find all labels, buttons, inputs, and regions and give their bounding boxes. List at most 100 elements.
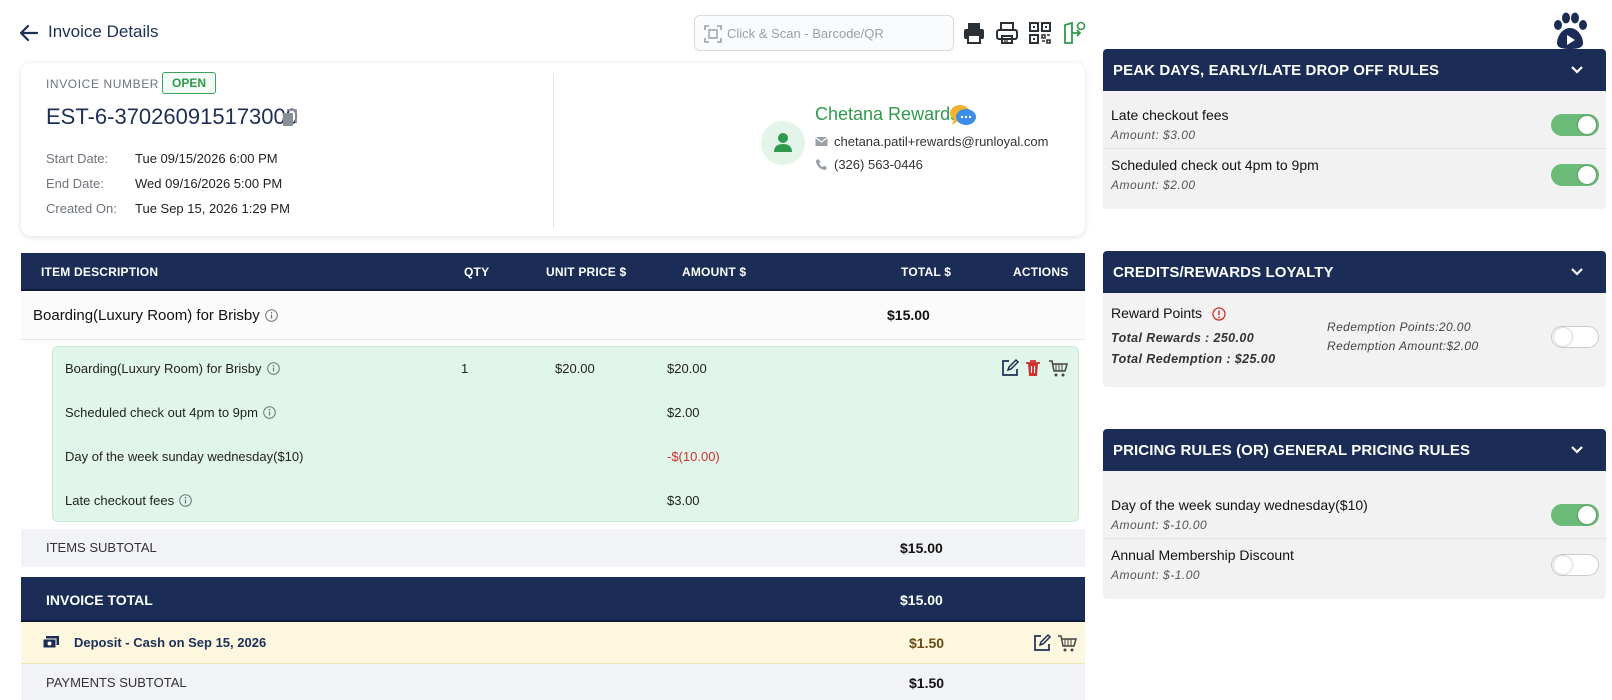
cart-icon[interactable]	[1048, 358, 1068, 378]
redemption-points: Redemption Points:20.00	[1327, 320, 1471, 334]
edit-icon[interactable]	[1000, 358, 1020, 378]
peak-days-panel-header[interactable]: PEAK DAYS, EARLY/LATE DROP OFF RULES	[1103, 49, 1606, 91]
chevron-down-icon[interactable]	[1570, 443, 1584, 457]
col-qty: QTY	[464, 265, 490, 279]
checkin-icon[interactable]	[1062, 21, 1086, 45]
rule-amount: Amount: $2.00	[1111, 178, 1196, 192]
loyalty-panel-header[interactable]: CREDITS/REWARDS LOYALTY	[1103, 251, 1606, 293]
rule-item: Day of the week sunday wednesday($10) Am…	[1103, 489, 1606, 539]
items-table-header: ITEM DESCRIPTION QTY UNIT PRICE $ AMOUNT…	[21, 253, 1085, 291]
total-redemption: Total Redemption : $25.00	[1111, 352, 1276, 366]
edit-icon[interactable]	[1032, 633, 1052, 653]
toggle-knob	[1578, 116, 1596, 134]
rule-toggle[interactable]	[1551, 164, 1599, 186]
avatar	[761, 121, 805, 165]
line-item-label: Late checkout fees	[65, 493, 175, 508]
deposit-label[interactable]: Deposit - Cash on Sep 15, 2026	[74, 635, 266, 650]
created-date-value: Tue Sep 15, 2026 1:29 PM	[135, 201, 290, 216]
customer-name[interactable]: Chetana Rewards	[815, 104, 959, 125]
table-row: Late checkout fees $3.00	[53, 479, 1078, 523]
back-arrow-icon[interactable]	[18, 22, 40, 44]
customer-email[interactable]: chetana.patil+rewards@runloyal.com	[834, 134, 1048, 149]
rule-item: Scheduled check out 4pm to 9pm Amount: $…	[1103, 149, 1606, 209]
payments-subtotal-label: PAYMENTS SUBTOTAL	[46, 675, 187, 690]
info-icon[interactable]	[179, 494, 192, 507]
line-item-label: Boarding(Luxury Room) for Brisby	[65, 361, 262, 376]
invoice-number: EST-6-370260915173000	[46, 104, 298, 129]
chat-icon[interactable]	[949, 103, 977, 129]
chevron-down-icon[interactable]	[1570, 63, 1584, 77]
rule-name: Annual Membership Discount	[1111, 547, 1294, 563]
line-item-amount: -$(10.00)	[667, 449, 720, 464]
redemption-amount: Redemption Amount:$2.00	[1327, 339, 1479, 353]
items-subtotal-row: ITEMS SUBTOTAL $15.00	[21, 529, 1085, 567]
info-icon[interactable]	[264, 309, 278, 322]
parent-item-label: Boarding(Luxury Room) for Brisby	[33, 307, 260, 324]
panel-title: PEAK DAYS, EARLY/LATE DROP OFF RULES	[1113, 62, 1440, 79]
alert-icon[interactable]	[1212, 307, 1226, 321]
qr-code-icon[interactable]	[1028, 21, 1052, 45]
panel-title: CREDITS/REWARDS LOYALTY	[1113, 264, 1334, 281]
chevron-down-icon[interactable]	[1570, 265, 1584, 279]
panel-title: PRICING RULES (OR) GENERAL PRICING RULES	[1113, 442, 1471, 459]
scan-input[interactable]	[727, 22, 947, 44]
info-icon[interactable]	[266, 362, 280, 375]
customer-email-row: chetana.patil+rewards@runloyal.com	[815, 134, 1048, 149]
phone-icon	[816, 159, 827, 170]
col-item-description: ITEM DESCRIPTION	[41, 265, 159, 279]
line-item-description: Scheduled check out 4pm to 9pm	[65, 405, 276, 420]
customer-phone[interactable]: (326) 563-0446	[834, 157, 923, 172]
end-date-label: End Date:	[46, 176, 104, 191]
cart-icon[interactable]	[1057, 633, 1077, 653]
line-item-unit-price: $20.00	[555, 361, 595, 376]
rule-name: Scheduled check out 4pm to 9pm	[1111, 157, 1319, 173]
col-actions: ACTIONS	[1013, 265, 1069, 279]
line-item-description: Day of the week sunday wednesday($10)	[65, 449, 304, 464]
items-subtotal-label: ITEMS SUBTOTAL	[46, 540, 157, 555]
scan-search-box[interactable]	[694, 15, 954, 51]
rule-toggle[interactable]	[1551, 504, 1599, 526]
reward-points-label: Reward Points	[1111, 305, 1203, 321]
line-item-amount: $20.00	[667, 361, 707, 376]
created-date-label: Created On:	[46, 201, 117, 216]
table-row: Scheduled check out 4pm to 9pm $2.00	[53, 391, 1078, 435]
table-row: Day of the week sunday wednesday($10) -$…	[53, 435, 1078, 479]
deposit-amount: $1.50	[909, 635, 945, 651]
paw-icon	[1554, 12, 1587, 49]
rule-toggle[interactable]	[1551, 114, 1599, 136]
invoice-info-card: INVOICE NUMBER OPEN EST-6-37026091517300…	[21, 63, 1085, 236]
rule-item: Late checkout fees Amount: $3.00	[1103, 99, 1606, 149]
rule-amount: Amount: $3.00	[1111, 128, 1196, 142]
items-subtotal-value: $15.00	[900, 540, 943, 556]
loyalty-toggle[interactable]	[1551, 326, 1599, 348]
trash-icon[interactable]	[1023, 358, 1043, 378]
invoice-total-row: INVOICE TOTAL $15.00	[21, 577, 1085, 622]
card-divider	[553, 73, 554, 228]
parent-item-description: Boarding(Luxury Room) for Brisby	[33, 307, 278, 324]
rule-name: Late checkout fees	[1111, 107, 1229, 123]
page-title: Invoice Details	[48, 22, 159, 41]
pricing-rules-panel-header[interactable]: PRICING RULES (OR) GENERAL PRICING RULES	[1103, 429, 1606, 471]
toggle-knob	[1554, 556, 1572, 574]
copy-icon[interactable]	[282, 109, 298, 127]
info-icon[interactable]	[263, 406, 276, 419]
receipt-print-icon[interactable]	[995, 21, 1019, 45]
loyalty-body: Reward Points Total Rewards : 250.00 Tot…	[1103, 293, 1606, 387]
parent-item-total: $15.00	[887, 307, 930, 323]
status-badge: OPEN	[162, 72, 217, 94]
invoice-total-label: INVOICE TOTAL	[46, 592, 153, 608]
end-date-value: Wed 09/16/2026 5:00 PM	[135, 176, 283, 191]
rule-amount: Amount: $-10.00	[1111, 518, 1208, 532]
toggle-knob	[1578, 506, 1596, 524]
user-icon	[774, 133, 792, 152]
print-icon[interactable]	[962, 21, 986, 45]
barcode-scan-icon	[704, 25, 722, 43]
end-date-row: End Date: Wed 09/16/2026 5:00 PM	[46, 176, 282, 191]
payments-subtotal-value: $1.50	[909, 675, 945, 691]
cash-icon	[43, 636, 59, 649]
rule-toggle[interactable]	[1551, 554, 1599, 576]
line-item-amount: $3.00	[667, 493, 700, 508]
toggle-knob	[1578, 166, 1596, 184]
line-item-label: Scheduled check out 4pm to 9pm	[65, 405, 258, 420]
email-icon	[815, 137, 828, 146]
